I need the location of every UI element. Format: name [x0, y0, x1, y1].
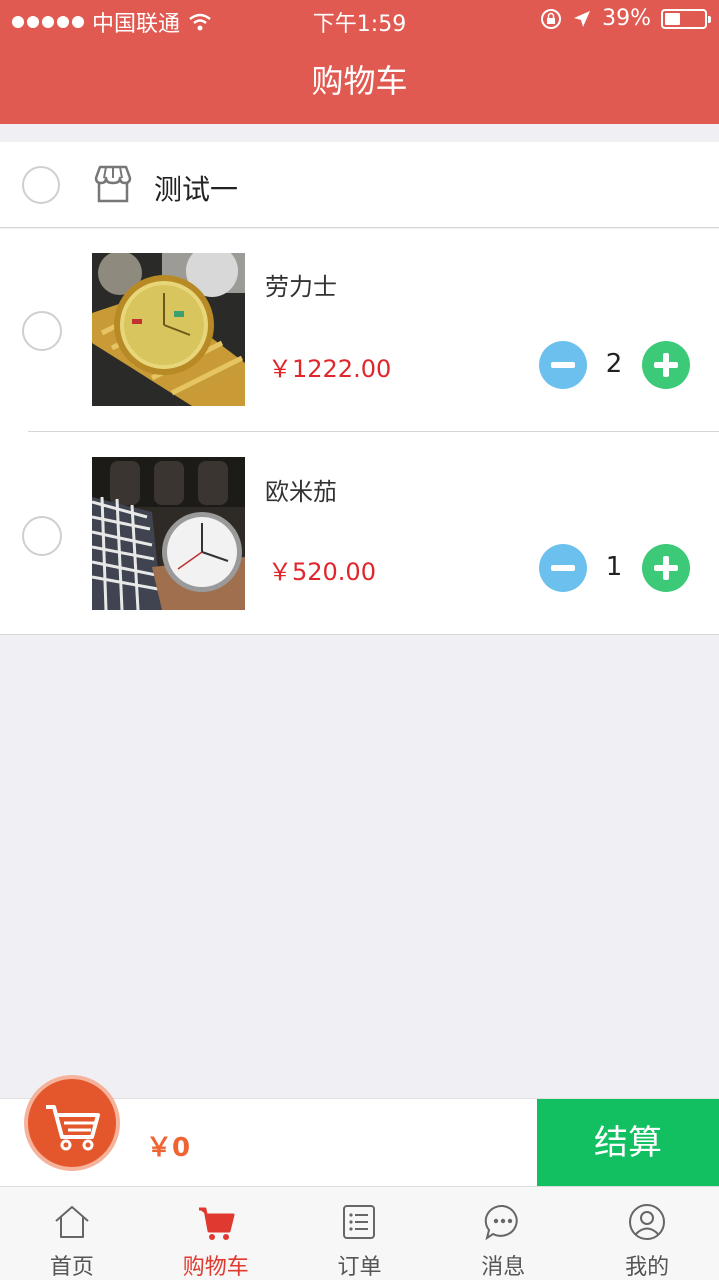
status-bar: 中国联通 下午1:59 39% — [0, 0, 719, 40]
home-icon — [55, 1206, 89, 1238]
header-bar: 中国联通 下午1:59 39% 购物车 — [0, 0, 719, 124]
product-image-silver-watch[interactable] — [92, 457, 245, 610]
battery-icon — [661, 8, 711, 29]
increase-quantity-button[interactable] — [642, 341, 690, 389]
decrease-quantity-button[interactable] — [539, 341, 587, 389]
tab-bar: 首页 购物车 订单 消息 我的 — [0, 1186, 719, 1280]
cart-item: 劳力士 ￥1222.00 2 — [0, 229, 719, 432]
increase-quantity-button[interactable] — [642, 544, 690, 592]
rotation-lock-icon — [541, 8, 562, 29]
store-row: 测试一 — [0, 142, 719, 228]
item-select-radio[interactable] — [22, 311, 62, 351]
cart-icon — [46, 1105, 100, 1151]
cart-item-list: 劳力士 ￥1222.00 2 欧米茄 ￥520.00 1 — [0, 229, 719, 635]
tab-profile[interactable]: 我的 — [575, 1187, 719, 1280]
quantity-value: 2 — [605, 349, 623, 379]
user-icon — [629, 1204, 666, 1240]
product-price: ￥1222.00 — [268, 355, 392, 383]
chat-icon — [485, 1204, 518, 1241]
tab-label: 首页 — [49, 1255, 94, 1280]
decrease-quantity-button[interactable] — [539, 544, 587, 592]
store-select-radio[interactable] — [22, 166, 60, 204]
cart-item: 欧米茄 ￥520.00 1 — [0, 432, 719, 635]
tab-label: 购物车 — [182, 1255, 249, 1280]
checkout-bar: ￥0 结算 — [0, 1075, 719, 1187]
page-title: 购物车 — [311, 62, 408, 100]
tab-messages[interactable]: 消息 — [431, 1187, 575, 1280]
store-name: 测试一 — [154, 173, 239, 206]
tab-orders[interactable]: 订单 — [288, 1187, 432, 1280]
tab-label: 消息 — [481, 1255, 526, 1280]
product-name[interactable]: 劳力士 — [265, 267, 337, 302]
checkout-button[interactable]: 结算 — [537, 1099, 719, 1187]
product-name[interactable]: 欧米茄 — [265, 472, 337, 507]
tab-label: 订单 — [337, 1255, 382, 1280]
product-image-gold-watch[interactable] — [92, 253, 245, 406]
tab-home[interactable]: 首页 — [0, 1187, 144, 1280]
list-icon — [343, 1205, 376, 1239]
cart-icon — [198, 1207, 235, 1240]
total-price: ￥0 — [146, 1133, 191, 1163]
quantity-value: 1 — [605, 552, 623, 582]
tab-label: 我的 — [625, 1255, 670, 1280]
tab-cart[interactable]: 购物车 — [144, 1187, 288, 1280]
battery-percent: 39% — [602, 6, 651, 31]
product-price: ￥520.00 — [268, 558, 376, 586]
location-icon — [574, 10, 591, 27]
store-icon — [94, 165, 132, 203]
cart-summary-button[interactable] — [24, 1075, 120, 1171]
item-select-radio[interactable] — [22, 516, 62, 556]
